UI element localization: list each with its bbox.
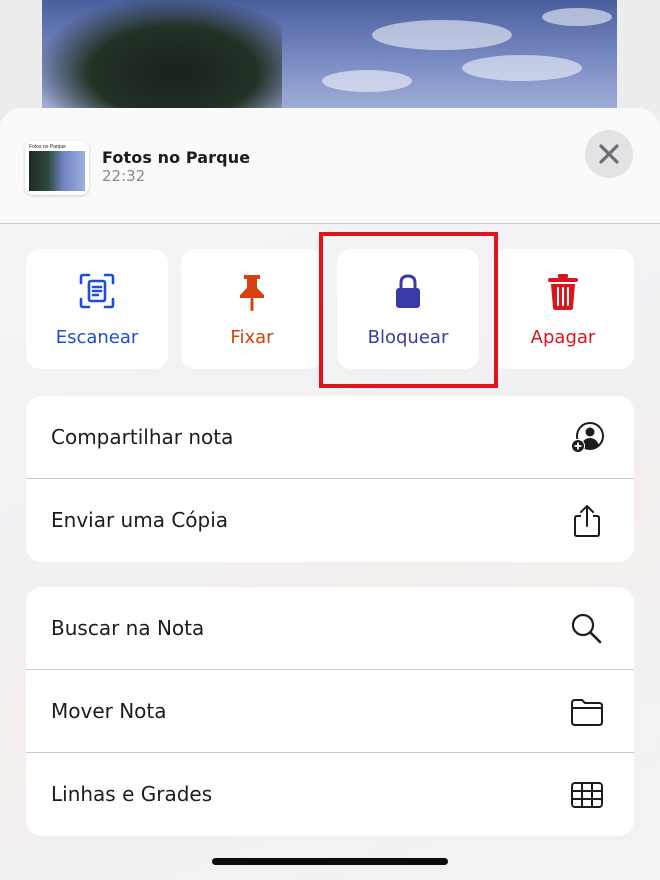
pin-label: Fixar <box>230 327 274 348</box>
photo-tree <box>42 0 282 120</box>
list-item-share-note[interactable]: Compartilhar nota <box>26 396 634 479</box>
sheet-header: Fotos no Parque Fotos no Parque 22:32 <box>0 108 660 224</box>
thumbnail-image <box>29 151 85 191</box>
find-in-note-label: Buscar na Nota <box>51 616 205 640</box>
lines-grids-label: Linhas e Grades <box>51 782 213 806</box>
note-time: 22:32 <box>102 167 146 185</box>
pin-button[interactable]: Fixar <box>181 249 323 369</box>
list-item-lines-grids[interactable]: Linhas e Grades <box>26 753 634 836</box>
close-button[interactable] <box>585 130 633 178</box>
background-margin-right <box>617 0 660 120</box>
scan-label: Escanear <box>55 327 139 348</box>
scan-document-icon <box>79 273 115 309</box>
search-icon <box>571 613 602 644</box>
note-thumbnail: Fotos no Parque <box>25 141 89 195</box>
share-note-label: Compartilhar nota <box>51 425 234 449</box>
highlight-box <box>319 232 498 388</box>
folder-icon <box>571 699 603 726</box>
list-item-send-copy[interactable]: Enviar uma Cópia <box>26 479 634 562</box>
close-icon <box>599 144 619 164</box>
note-options-group: Buscar na Nota Mover Nota Linhas e Grade… <box>26 587 634 836</box>
background-margin-left <box>0 0 42 120</box>
delete-label: Apagar <box>530 327 596 348</box>
pin-icon <box>240 275 264 311</box>
trash-icon <box>548 274 578 310</box>
share-icon <box>574 505 600 537</box>
thumbnail-caption: Fotos no Parque <box>29 144 66 150</box>
send-copy-label: Enviar uma Cópia <box>51 508 229 532</box>
note-title: Fotos no Parque <box>102 148 251 167</box>
add-person-icon <box>571 422 604 453</box>
share-options-group: Compartilhar nota Enviar uma Cópia <box>26 396 634 562</box>
home-indicator[interactable] <box>212 858 448 865</box>
scan-button[interactable]: Escanear <box>26 249 168 369</box>
list-item-find-in-note[interactable]: Buscar na Nota <box>26 587 634 670</box>
action-sheet: Fotos no Parque Fotos no Parque 22:32 Es… <box>0 108 660 880</box>
move-note-label: Mover Nota <box>51 699 167 723</box>
delete-button[interactable]: Apagar <box>492 249 634 369</box>
list-item-move-note[interactable]: Mover Nota <box>26 670 634 753</box>
note-background-photo <box>42 0 617 120</box>
grid-icon <box>571 782 603 808</box>
